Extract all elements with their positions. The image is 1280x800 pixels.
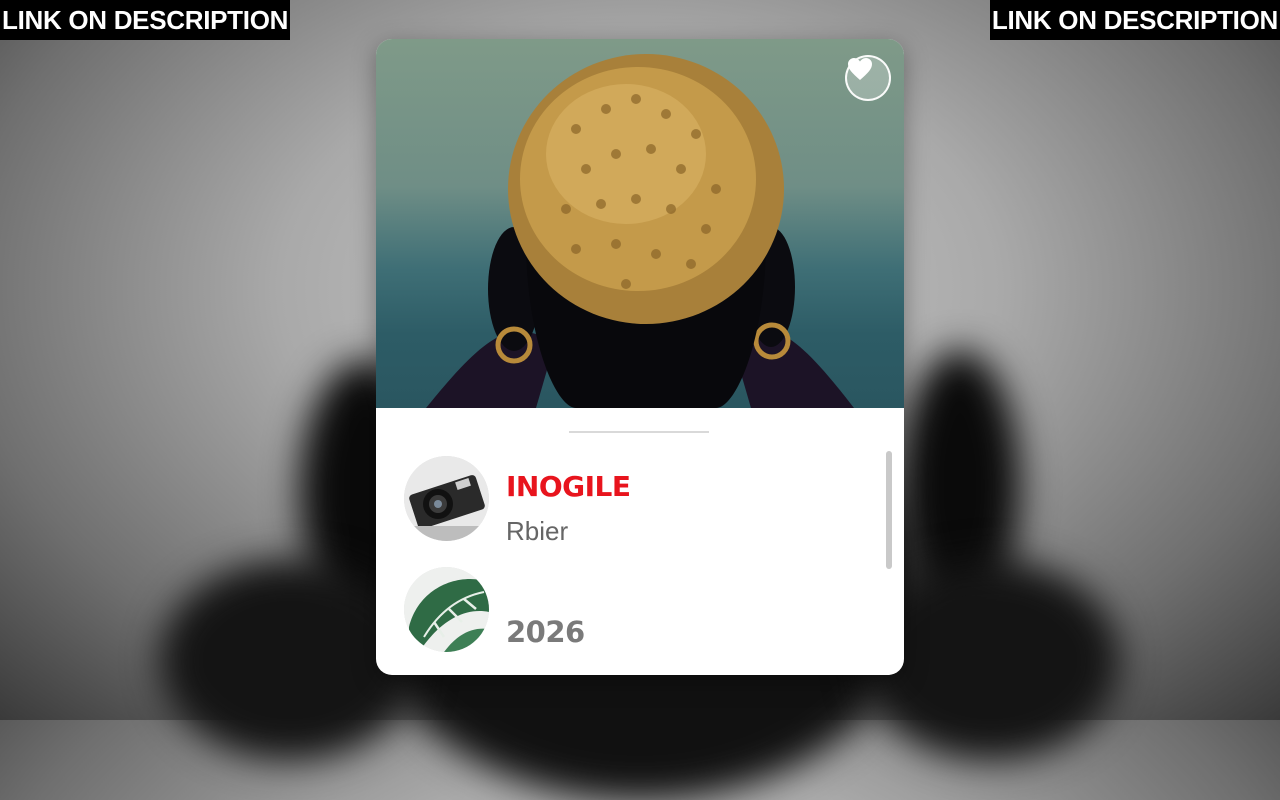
list-item[interactable]: 2026	[404, 567, 864, 657]
item-subtitle: Rbier	[506, 516, 569, 546]
heart-icon	[848, 58, 872, 80]
leaf-icon	[404, 567, 489, 652]
link-banner-left[interactable]: LINK ON DESCRIPTION	[0, 0, 291, 40]
item-list: INOGILE Rbier 2026	[376, 444, 904, 675]
favorite-button[interactable]	[845, 55, 891, 101]
drag-handle[interactable]	[569, 431, 709, 433]
avatar	[404, 456, 489, 541]
item-year: 2026	[506, 615, 585, 649]
profile-card: INOGILE Rbier 2026	[376, 39, 904, 675]
avatar	[404, 567, 489, 652]
link-banner-right[interactable]: LINK ON DESCRIPTION	[989, 0, 1280, 40]
item-title: INOGILE	[506, 470, 631, 503]
list-item[interactable]: INOGILE Rbier	[404, 456, 864, 546]
scrollbar[interactable]	[886, 451, 892, 569]
camera-icon	[404, 456, 489, 541]
card-hero-photo	[376, 39, 904, 408]
